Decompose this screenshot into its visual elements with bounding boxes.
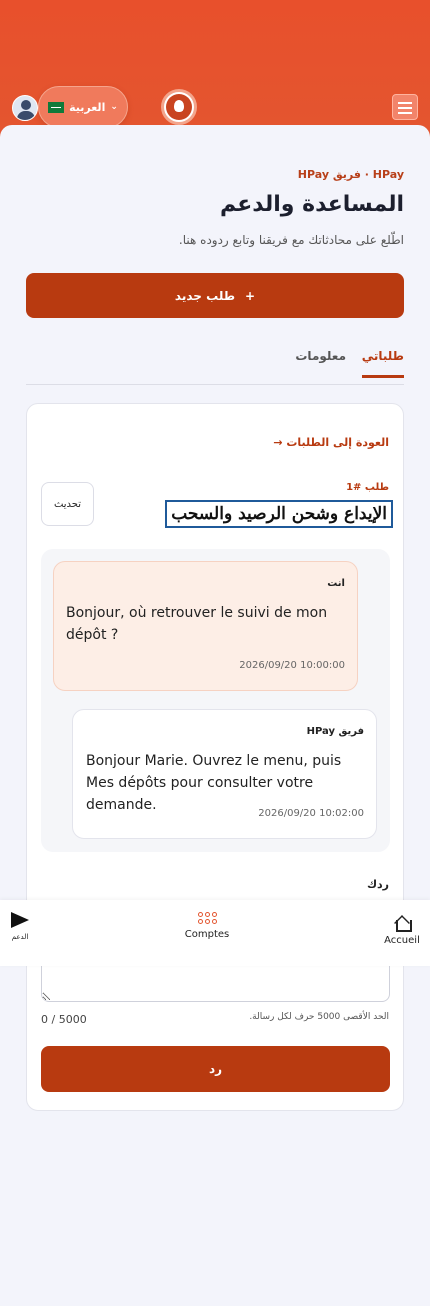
tabs: طلباتي معلومات	[26, 345, 404, 385]
nav-label: Accueil	[384, 935, 420, 946]
reply-label: ردك	[366, 878, 389, 891]
refresh-button[interactable]: تحديث	[41, 482, 94, 526]
send-icon	[11, 912, 29, 928]
nav-item-home[interactable]: Accueil	[380, 912, 424, 946]
message-thread: انت Bonjour, où retrouver le suivi de mo…	[41, 549, 390, 852]
message-time: 2026/09/20 10:00:00	[239, 660, 345, 671]
language-label: العربية	[69, 100, 106, 114]
avatar[interactable]	[12, 95, 38, 121]
message-user: انت Bonjour, où retrouver le suivi de mo…	[53, 561, 358, 691]
tab-info[interactable]: معلومات	[295, 349, 346, 363]
page-title: المساعدة والدعم	[219, 192, 404, 217]
brand-logo[interactable]	[161, 89, 197, 125]
grid-icon	[197, 912, 217, 924]
request-title: الإيداع وشحن الرصيد والسحب	[165, 500, 393, 528]
chevron-down-icon: ⌄	[110, 102, 118, 112]
home-icon	[393, 912, 412, 932]
request-number: طلب #1	[346, 482, 389, 493]
language-selector[interactable]: العربية ⌄	[38, 86, 128, 128]
bottom-nav: Accueil Comptes الدعم	[0, 900, 430, 966]
message-team: فريق HPay Bonjour Marie. Ouvrez le menu,…	[72, 709, 377, 839]
char-counter: 0 / 5000	[41, 1013, 87, 1026]
nav-item-support[interactable]: الدعم	[4, 912, 36, 941]
page-kicker: HPay · فريق HPay	[297, 168, 404, 181]
back-to-requests-link[interactable]: العودة إلى الطلبات →	[273, 436, 389, 449]
new-request-label: طلب جديد	[174, 288, 236, 303]
message-time: 2026/09/20 10:02:00	[258, 808, 364, 819]
menu-icon	[398, 102, 412, 104]
message-author: فريق HPay	[306, 726, 364, 737]
menu-button[interactable]	[392, 94, 418, 120]
nav-label: الدعم	[11, 933, 29, 941]
new-request-button[interactable]: + طلب جديد	[26, 273, 404, 318]
request-card: العودة إلى الطلبات → طلب #1 الإيداع وشحن…	[26, 403, 404, 1111]
reply-hint: الحد الأقصى 5000 حرف لكل رسالة.	[249, 1012, 389, 1022]
saudi-flag-icon	[48, 101, 65, 113]
nav-item-comptes[interactable]: Comptes	[176, 912, 238, 940]
message-text: Bonjour, où retrouver le suivi de mon dé…	[66, 605, 328, 643]
message-author: انت	[327, 578, 345, 589]
page-subtitle: اطّلع على محادثاتك مع فريقنا وتابع ردوده…	[178, 233, 404, 247]
tab-my-requests[interactable]: طلباتي	[361, 349, 404, 378]
plus-icon: +	[245, 288, 256, 303]
message-text: Bonjour Marie. Ouvrez le menu, puis Mes …	[86, 753, 342, 813]
reply-submit-button[interactable]: رد	[41, 1046, 390, 1092]
nav-label: Comptes	[184, 929, 230, 940]
